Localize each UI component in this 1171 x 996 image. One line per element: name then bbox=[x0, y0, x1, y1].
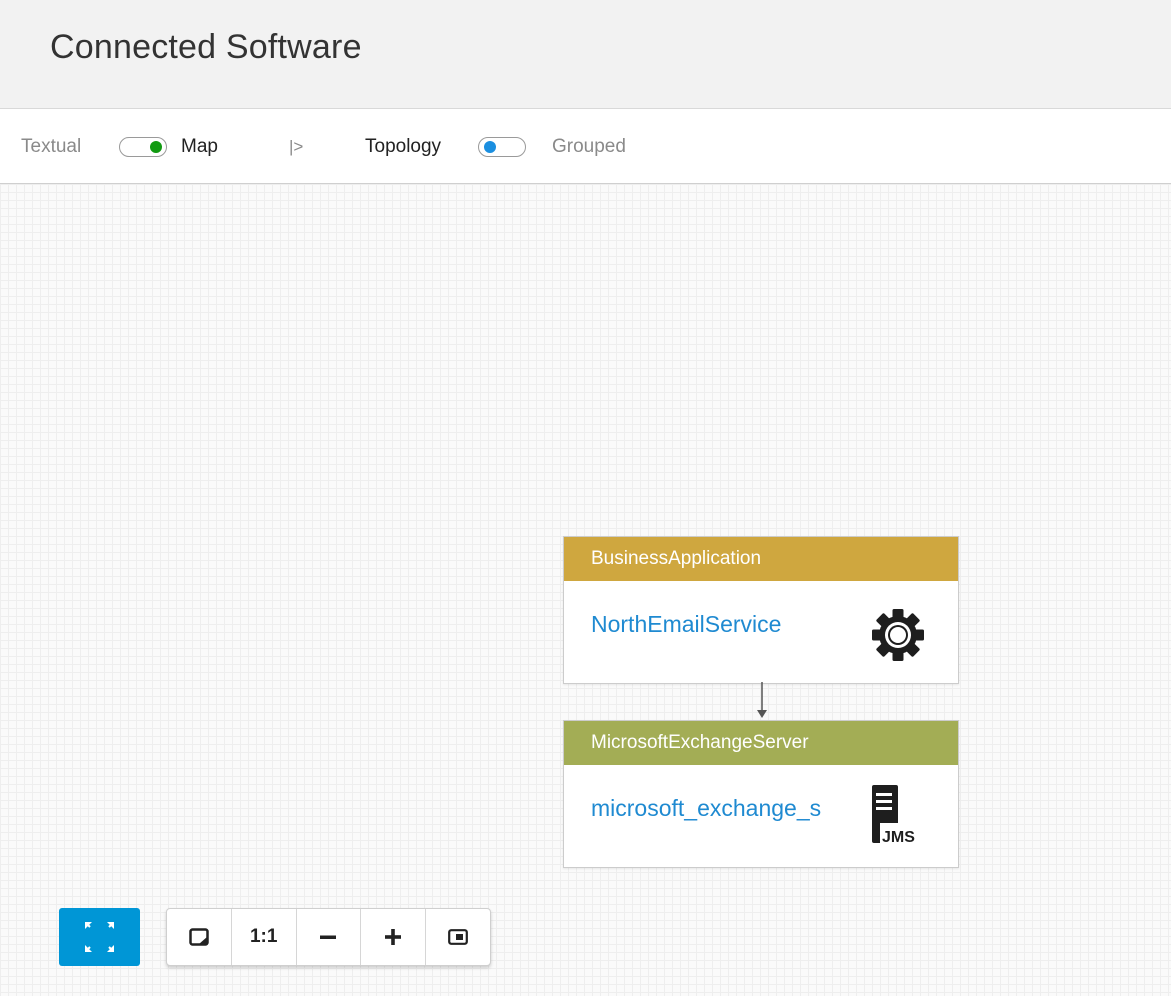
fit-to-screen-button[interactable] bbox=[59, 908, 140, 966]
topology-label[interactable]: Topology bbox=[365, 136, 441, 158]
ci-node-business-application[interactable]: BusinessApplication NorthEmailService bbox=[563, 536, 959, 684]
overview-window-button[interactable] bbox=[167, 909, 232, 965]
page-header: Connected Software bbox=[0, 0, 1171, 109]
ci-type-header: MicrosoftExchangeServer bbox=[564, 721, 958, 765]
overview-button[interactable] bbox=[426, 909, 490, 965]
zoom-in-button[interactable] bbox=[361, 909, 427, 965]
dependency-edge-arrow bbox=[757, 682, 767, 718]
actual-size-button[interactable]: 1:1 bbox=[232, 909, 297, 965]
gear-icon bbox=[868, 605, 928, 670]
plus-icon bbox=[385, 929, 402, 945]
ci-node-body: microsoft_exchange_s JMS bbox=[564, 765, 958, 867]
fit-to-screen-icon bbox=[85, 922, 114, 952]
map-label[interactable]: Map bbox=[181, 136, 218, 158]
textual-map-toggle[interactable] bbox=[119, 137, 167, 157]
overview-icon bbox=[448, 929, 468, 945]
ci-name-link[interactable]: microsoft_exchange_s bbox=[591, 795, 821, 822]
ci-node-body: NorthEmailService bbox=[564, 581, 958, 683]
ci-name-link[interactable]: NorthEmailService bbox=[591, 611, 781, 638]
jms-server-icon: JMS bbox=[870, 785, 926, 852]
grouped-label[interactable]: Grouped bbox=[552, 136, 626, 158]
zoom-out-button[interactable] bbox=[297, 909, 362, 965]
ci-node-exchange-server[interactable]: MicrosoftExchangeServer microsoft_exchan… bbox=[563, 720, 959, 868]
toolbar-separator: |> bbox=[289, 137, 304, 156]
topology-grouped-toggle[interactable] bbox=[478, 137, 526, 157]
actual-size-label: 1:1 bbox=[249, 926, 278, 947]
view-toolbar: Textual Map |> Topology Grouped bbox=[0, 109, 1171, 184]
page-title: Connected Software bbox=[50, 28, 362, 66]
window-icon bbox=[189, 928, 209, 946]
toggle-knob bbox=[150, 141, 162, 153]
minus-icon bbox=[320, 935, 337, 939]
jms-icon-label: JMS bbox=[882, 829, 915, 846]
textual-label[interactable]: Textual bbox=[21, 136, 81, 158]
zoom-controls: 1:1 bbox=[166, 908, 491, 966]
toggle-knob bbox=[484, 141, 496, 153]
ci-type-header: BusinessApplication bbox=[564, 537, 958, 581]
